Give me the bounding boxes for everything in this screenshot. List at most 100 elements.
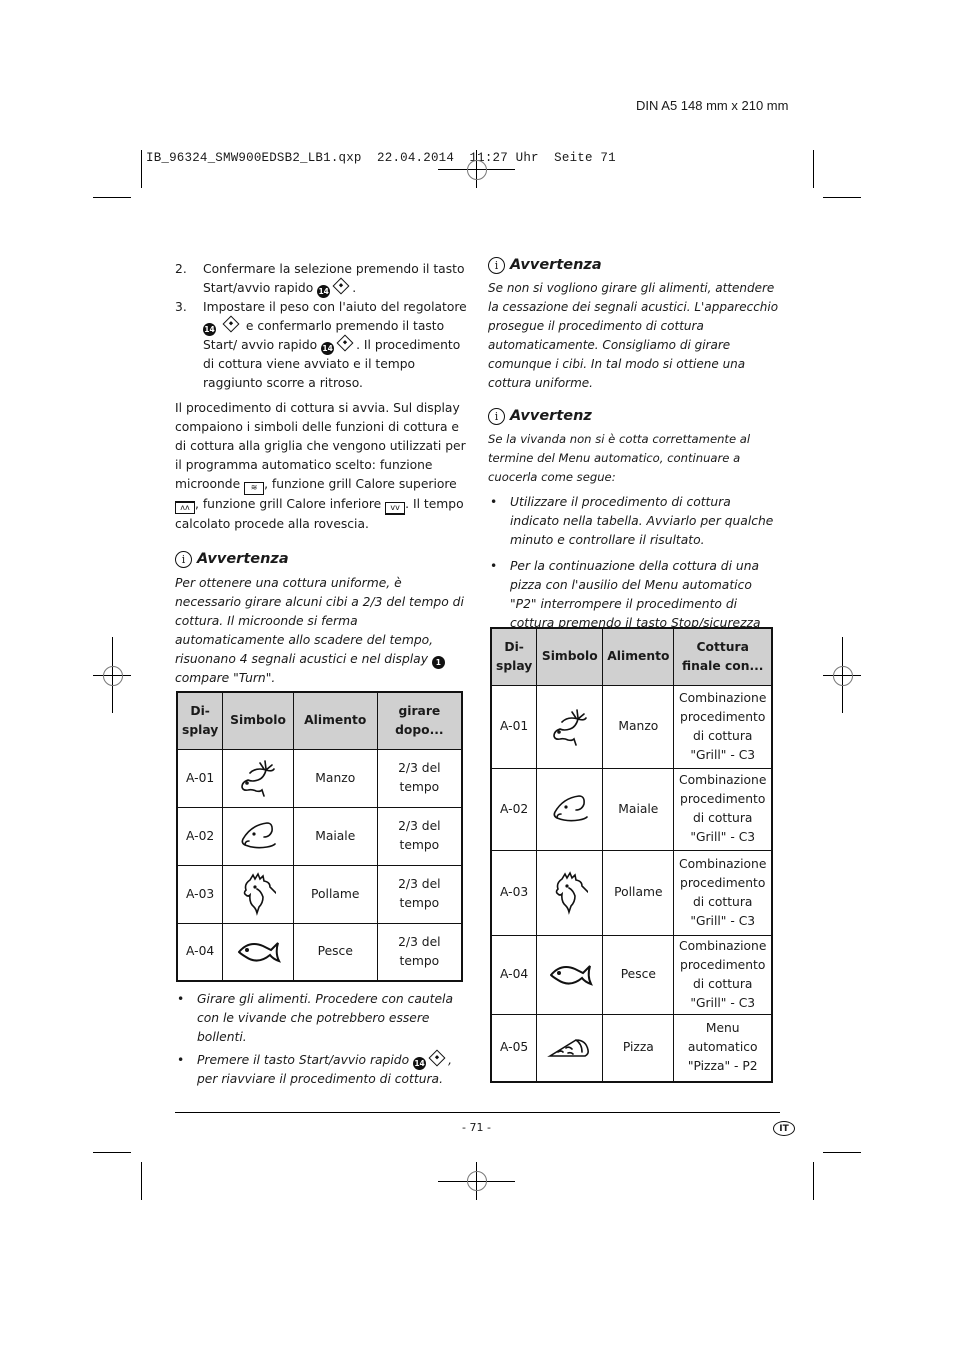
cell-display: A-04 xyxy=(176,922,224,982)
footer-rule xyxy=(175,1112,780,1113)
left-column: 2. Confermare la selezione premendo il t… xyxy=(175,260,467,688)
pizza-icon xyxy=(541,1034,598,1062)
cell-display: A-03 xyxy=(490,849,538,936)
cooking-paragraph: Il procedimento di cottura si avvia. Sul… xyxy=(175,401,466,531)
crop-mark xyxy=(823,197,861,198)
table-row: A-01 Manzo 2/3 del tempo xyxy=(176,748,463,808)
cell-value: Combinazione procedimento di cottura "Gr… xyxy=(673,767,773,851)
cell-food: Maiale xyxy=(602,767,675,851)
warning-text: Se la vivanda non si è cotta correttamen… xyxy=(488,432,751,484)
fish-icon xyxy=(541,960,598,990)
cell-value: Combinazione procedimento di cottura "Gr… xyxy=(673,849,773,936)
table-row: A-02 Maiale Combinazione procedimento di c… xyxy=(490,767,773,851)
page-number: - 71 - xyxy=(462,1121,491,1134)
col-header-food: Alimento xyxy=(602,627,675,686)
cell-food: Pollame xyxy=(602,849,675,936)
table-row: A-03 Pollame 2/3 del tempo xyxy=(176,864,463,924)
turn-table: Di- splay Simbolo Alimento girare dopo..… xyxy=(176,691,463,982)
cell-value: Combinazione procedimento di cottura "Gr… xyxy=(673,934,773,1015)
start-button-icon xyxy=(428,1049,446,1067)
knob-icon xyxy=(222,315,240,333)
top-grill-icon: ʌʌ xyxy=(175,501,195,514)
table-row: A-02 Maiale 2/3 del tempo xyxy=(176,806,463,866)
warning-heading: i Avvertenza xyxy=(175,550,467,569)
cell-food: Manzo xyxy=(292,748,378,808)
left-bullets: • Girare gli alimenti. Procedere con cau… xyxy=(175,990,467,1089)
cell-display: A-01 xyxy=(490,684,538,769)
beef-icon xyxy=(227,759,289,797)
cell-symbol xyxy=(536,767,604,851)
beef-icon xyxy=(541,708,598,746)
cell-food: Maiale xyxy=(292,806,378,866)
start-button-icon xyxy=(336,334,354,352)
info-icon: i xyxy=(488,408,505,425)
cell-value: 2/3 del tempo xyxy=(376,864,463,924)
cell-symbol xyxy=(536,849,604,936)
badge-14: 14 xyxy=(321,342,335,355)
cell-food: Pesce xyxy=(602,934,675,1015)
crop-mark xyxy=(93,1152,131,1153)
cell-symbol xyxy=(536,1013,604,1083)
cell-display: A-05 xyxy=(490,1013,538,1083)
badge-14: 14 xyxy=(413,1057,427,1070)
cell-symbol xyxy=(222,748,294,808)
col-header-display: Di- splay xyxy=(176,691,224,750)
warning-text: Per ottenere una cottura uniforme, è nec… xyxy=(175,576,464,685)
cell-food: Manzo xyxy=(602,684,675,769)
poultry-icon xyxy=(227,872,289,916)
cell-symbol xyxy=(536,934,604,1015)
table-row: A-04 Pesce Combinazione procedimento di co… xyxy=(490,934,773,1015)
cell-value: 2/3 del tempo xyxy=(376,748,463,808)
cell-food: Pollame xyxy=(292,864,378,924)
step-2: 2. Confermare la selezione premendo il t… xyxy=(175,262,465,298)
crop-mark xyxy=(93,197,131,198)
fish-icon xyxy=(227,937,289,967)
warning-text: Se non si vogliono girare gli alimenti, … xyxy=(488,281,779,390)
pork-icon xyxy=(227,819,289,853)
final-cooking-table: Di- splay Simbolo Alimento Cottura final… xyxy=(490,627,773,1083)
bullet-item: • Utilizzare il procedimento di cottura … xyxy=(490,495,774,547)
badge-14: 14 xyxy=(317,285,331,298)
registration-circle xyxy=(467,1171,487,1191)
crop-mark xyxy=(813,1162,814,1200)
info-icon: i xyxy=(488,257,505,274)
cell-symbol xyxy=(222,864,294,924)
cell-display: A-02 xyxy=(490,767,538,851)
col-header-final: Cottura finale con... xyxy=(673,627,773,686)
table-row: A-04 Pesce 2/3 del tempo xyxy=(176,922,463,982)
cell-value: Combinazione procedimento di cottura "Gr… xyxy=(673,684,773,769)
start-button-icon xyxy=(332,277,350,295)
cell-symbol xyxy=(222,806,294,866)
registration-circle xyxy=(467,160,487,180)
pork-icon xyxy=(541,792,598,826)
steps-list: 2. Confermare la selezione premendo il t… xyxy=(175,260,467,393)
col-header-display: Di- splay xyxy=(490,627,538,686)
bottom-grill-icon: vv xyxy=(385,502,406,515)
warning-heading: i Avvertenz xyxy=(488,407,780,426)
col-header-symbol: Simbolo xyxy=(536,627,604,686)
cell-food: Pizza xyxy=(602,1013,675,1083)
info-icon: i xyxy=(175,551,192,568)
badge-1: 1 xyxy=(431,656,445,669)
cell-display: A-01 xyxy=(176,748,224,808)
badge-14: 14 xyxy=(203,323,216,336)
cell-display: A-03 xyxy=(176,864,224,924)
crop-mark xyxy=(141,1162,142,1200)
registration-circle xyxy=(103,666,123,686)
cell-symbol xyxy=(222,922,294,982)
table-row: A-05 Pizza Menu automatico "Pizza" - P2 xyxy=(490,1013,773,1083)
cell-display: A-02 xyxy=(176,806,224,866)
table-row: A-03 Pollame Combinazione procedimento di … xyxy=(490,849,773,936)
cell-display: A-04 xyxy=(490,934,538,1015)
bullet-item: • Premere il tasto Start/avvio rapido 14… xyxy=(175,1049,467,1089)
bullet-item: • Girare gli alimenti. Procedere con cau… xyxy=(177,992,454,1044)
poultry-icon xyxy=(541,870,598,915)
col-header-food: Alimento xyxy=(292,691,378,750)
crop-mark xyxy=(823,1152,861,1153)
crop-mark xyxy=(813,150,814,188)
registration-circle xyxy=(833,666,853,686)
step-3: 3. Impostare il peso con l'aiuto del reg… xyxy=(175,300,467,390)
table-row: A-01 Manzo Combinazione procedimento di co… xyxy=(490,684,773,769)
col-header-symbol: Simbolo xyxy=(222,691,294,750)
cell-value: 2/3 del tempo xyxy=(376,922,463,982)
